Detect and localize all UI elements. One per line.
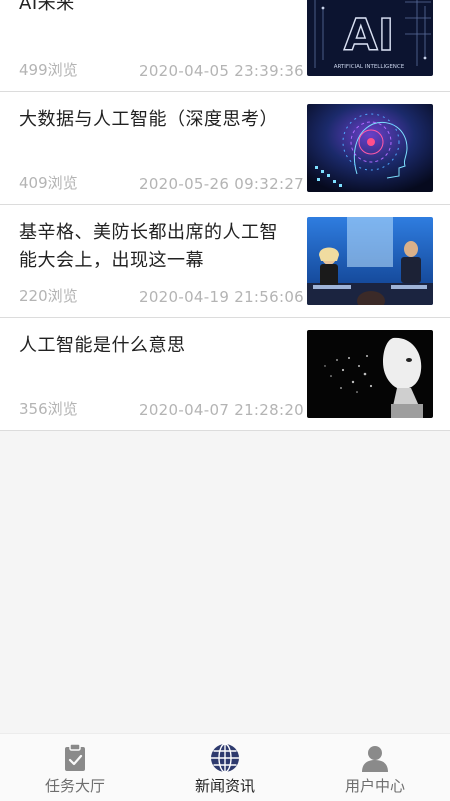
news-thumbnail — [307, 104, 433, 192]
news-title: AI未来 — [19, 0, 75, 14]
tab-label: 新闻资讯 — [194, 777, 255, 795]
ai-caption: ARTIFICIAL INTELLIGENCE — [334, 64, 405, 70]
news-thumbnail — [307, 217, 433, 305]
user-icon — [362, 746, 388, 772]
news-item[interactable]: AI未来 499浏览 2020-04-05 23:39:36 AI ARTIFI… — [0, 0, 450, 92]
news-item[interactable]: 人工智能是什么意思 356浏览 2020-04-07 21:28:20 — [0, 318, 450, 431]
publish-time: 2020-04-19 21:56:06 — [139, 288, 305, 306]
ai-letters: AI — [344, 10, 394, 61]
publish-time: 2020-05-26 09:32:27 — [139, 175, 305, 193]
news-thumbnail: AI ARTIFICIAL INTELLIGENCE — [307, 0, 433, 76]
news-thumbnail — [307, 330, 433, 418]
news-title: 基辛格、美防长都出席的人工智能大会上，出现这一幕 — [19, 222, 278, 271]
view-count: 499浏览 — [19, 61, 78, 79]
tab-label: 用户中心 — [344, 777, 405, 795]
tab-task-hall[interactable]: 任务大厅 — [0, 734, 150, 801]
news-title: 人工智能是什么意思 — [19, 335, 186, 356]
bottom-tab-bar: 任务大厅 新闻资讯 用户中心 — [0, 733, 450, 801]
news-item[interactable]: 大数据与人工智能（深度思考） 409浏览 2020-05-26 09:32:27 — [0, 92, 450, 205]
news-item[interactable]: 基辛格、美防长都出席的人工智能大会上，出现这一幕 220浏览 2020-04-1… — [0, 205, 450, 318]
view-count: 356浏览 — [19, 400, 78, 418]
tab-label: 任务大厅 — [44, 777, 105, 795]
tab-user-center[interactable]: 用户中心 — [300, 734, 450, 801]
publish-time: 2020-04-07 21:28:20 — [139, 401, 305, 419]
tab-news[interactable]: 新闻资讯 — [150, 734, 300, 801]
view-count: 220浏览 — [19, 287, 78, 305]
globe-icon — [211, 743, 239, 773]
view-count: 409浏览 — [19, 174, 78, 192]
clipboard-icon — [65, 743, 85, 771]
news-title: 大数据与人工智能（深度思考） — [19, 109, 278, 130]
publish-time: 2020-04-05 23:39:36 — [139, 62, 305, 80]
news-list: AI未来 499浏览 2020-04-05 23:39:36 AI ARTIFI… — [0, 0, 450, 431]
